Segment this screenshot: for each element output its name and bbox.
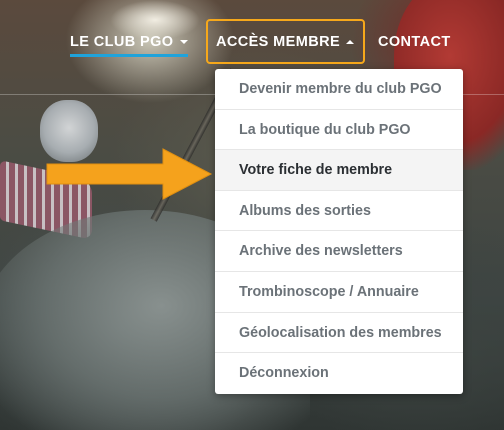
arrow-right-icon — [46, 148, 213, 200]
menu-item-trombinoscope[interactable]: Trombinoscope / Annuaire — [215, 272, 463, 313]
nav-item-acces-membre-label: ACCÈS MEMBRE — [216, 34, 341, 50]
caret-down-icon — [179, 40, 188, 45]
caret-up-icon — [346, 40, 355, 45]
acces-membre-dropdown-menu: Devenir membre du club PGO La boutique d… — [215, 69, 463, 394]
menu-item-devenir-membre[interactable]: Devenir membre du club PGO — [215, 69, 463, 110]
nav-item-le-club[interactable]: LE CLUB PGO — [70, 33, 188, 57]
menu-item-geolocalisation[interactable]: Géolocalisation des membres — [215, 313, 463, 354]
menu-item-boutique[interactable]: La boutique du club PGO — [215, 110, 463, 151]
nav-item-acces-membre[interactable]: ACCÈS MEMBRE — [216, 33, 355, 51]
active-underline — [70, 54, 188, 57]
menu-item-deconnexion[interactable]: Déconnexion — [215, 353, 463, 394]
menu-item-albums-sorties[interactable]: Albums des sorties — [215, 191, 463, 232]
menu-item-fiche-membre[interactable]: Votre fiche de membre — [215, 150, 463, 191]
nav-item-contact[interactable]: CONTACT — [378, 33, 451, 51]
menu-item-archive-newsletters[interactable]: Archive des newsletters — [215, 231, 463, 272]
nav-item-le-club-label: LE CLUB PGO — [70, 34, 174, 50]
nav-item-contact-label: CONTACT — [378, 34, 451, 50]
